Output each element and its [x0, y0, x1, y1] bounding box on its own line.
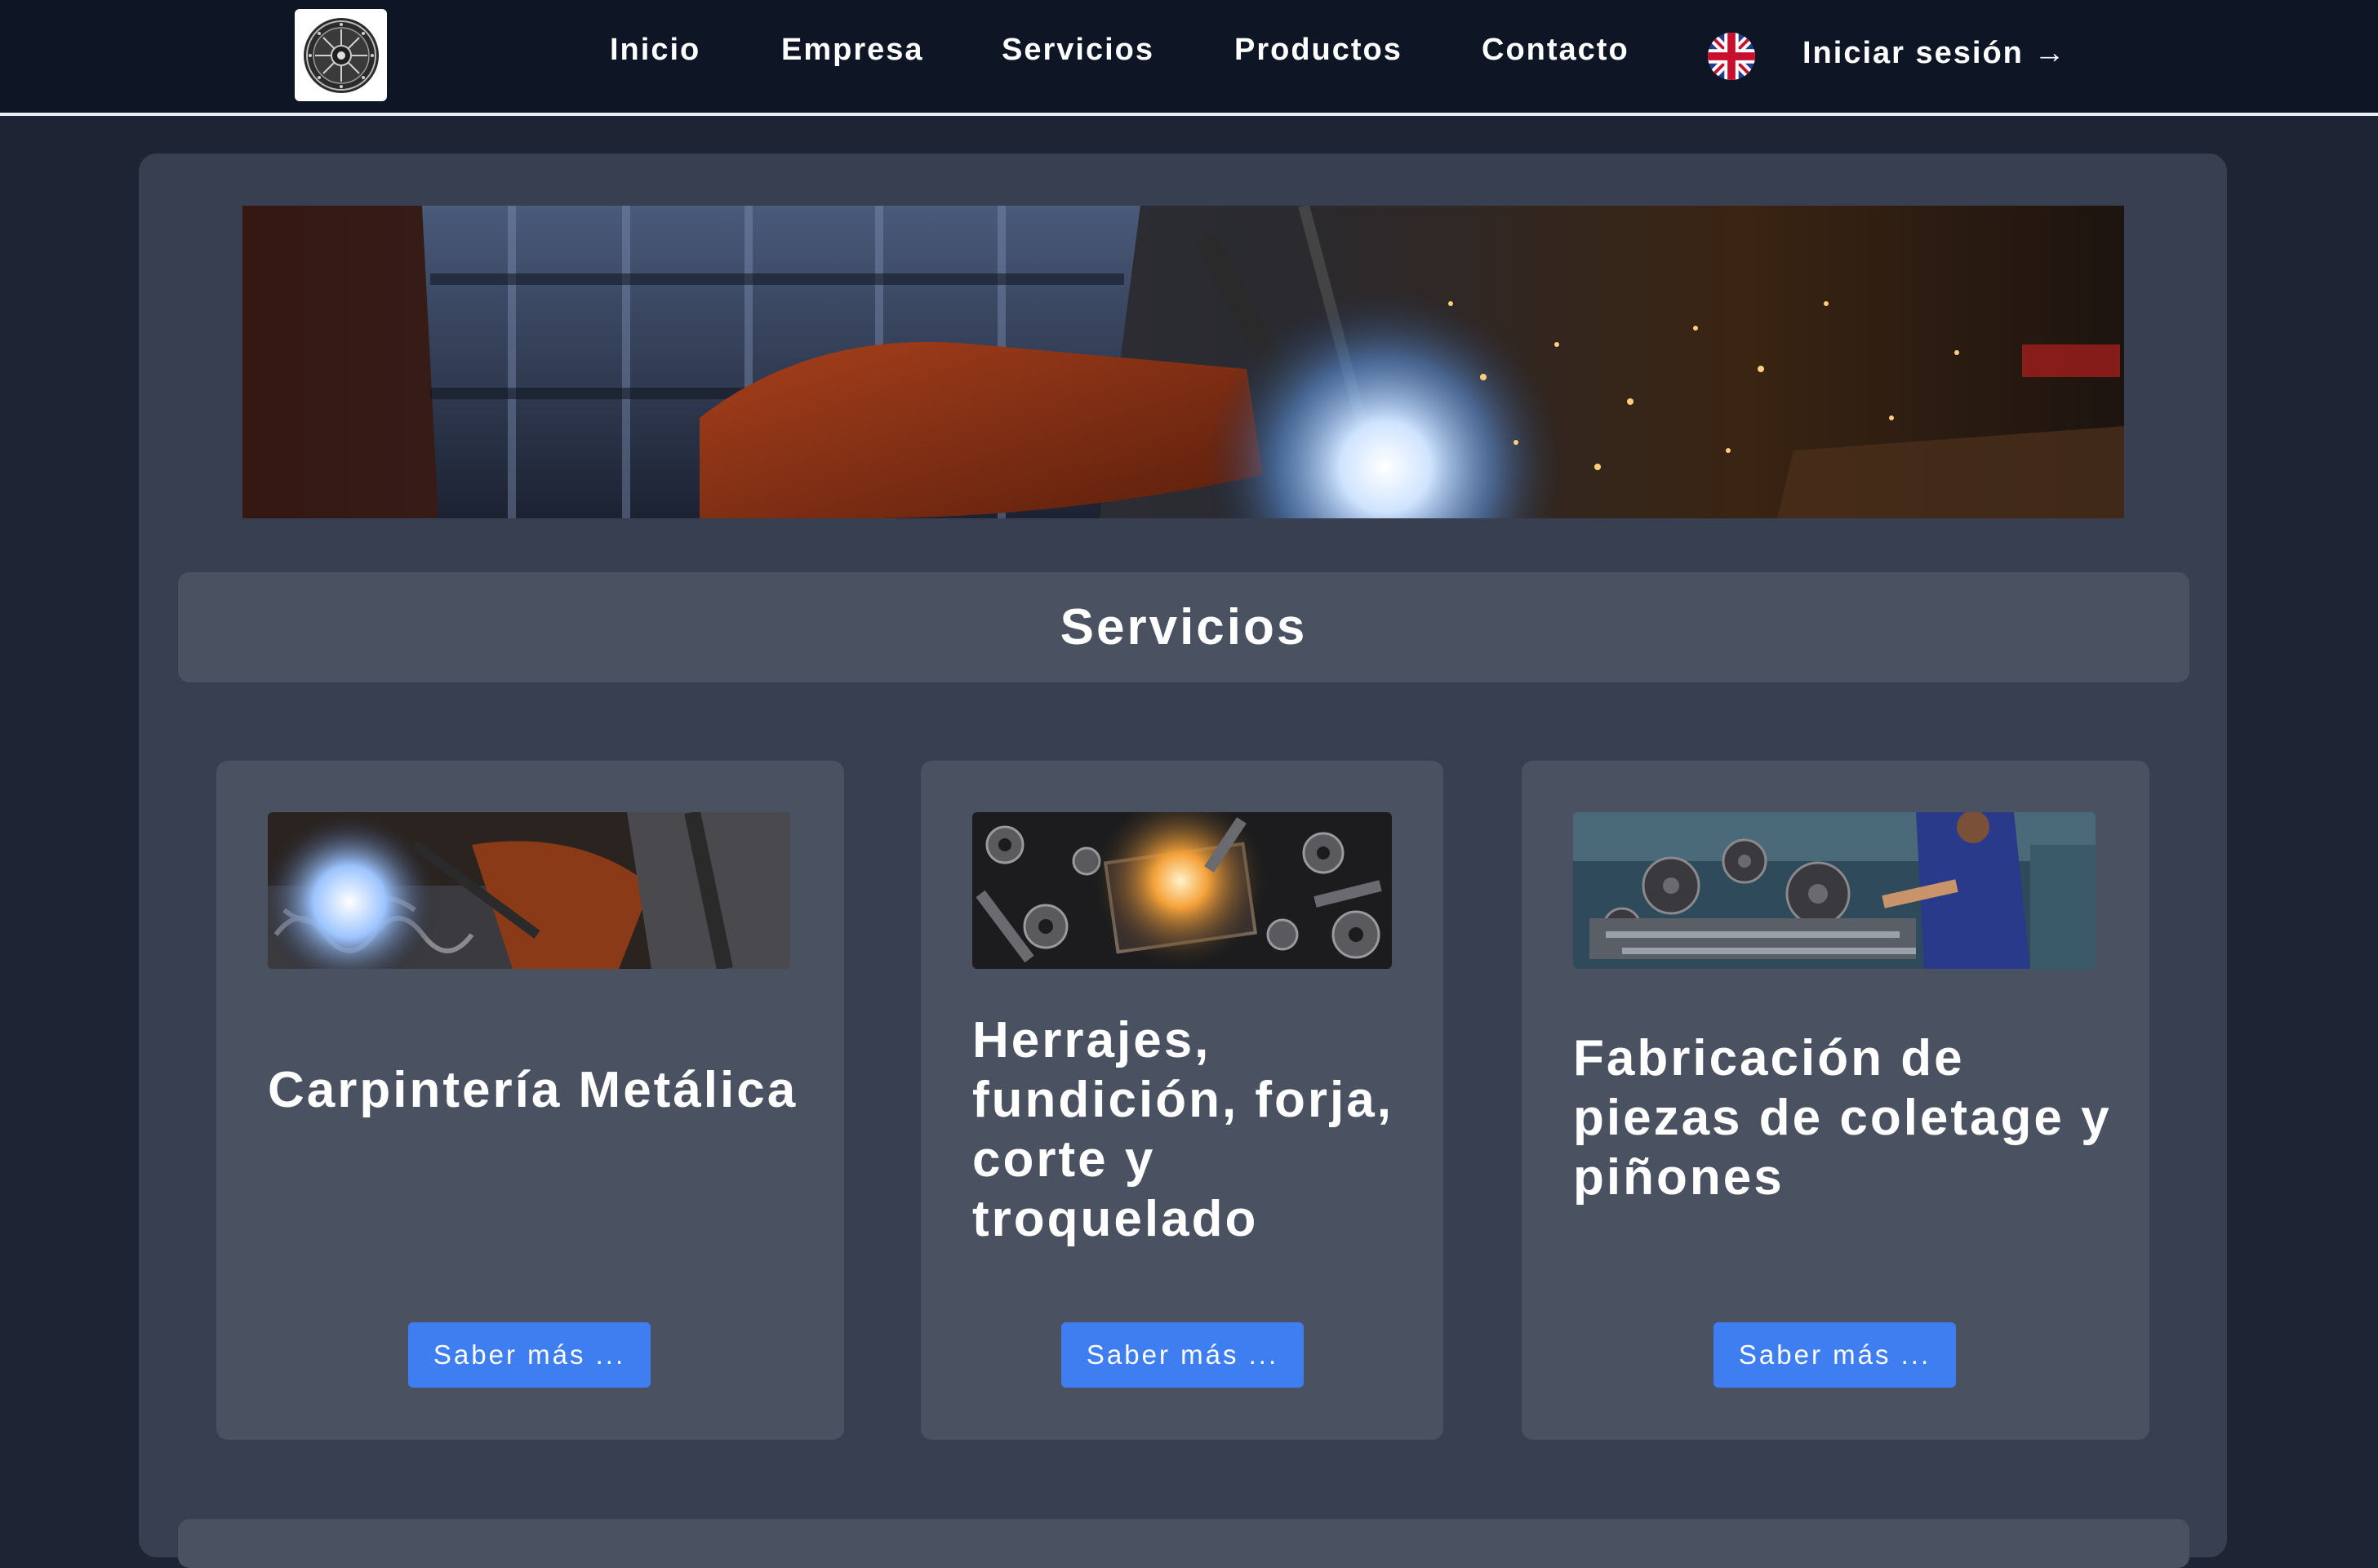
service-card-herrajes: Herrajes, fundición, forja, corte y troq…	[921, 761, 1443, 1440]
card-image-welding	[268, 812, 790, 969]
hero-banner-image	[242, 206, 2124, 518]
saber-mas-button[interactable]: Saber más ...	[1713, 1322, 1956, 1388]
services-section-header: Servicios	[178, 572, 2189, 682]
nav-empresa[interactable]: Empresa	[781, 29, 924, 70]
card-title: Fabricación de piezas de coletage y piño…	[1573, 1030, 2112, 1206]
saber-mas-button[interactable]: Saber más ...	[1061, 1322, 1304, 1388]
nav-contacto[interactable]: Contacto	[1482, 29, 1629, 70]
top-navigation-bar: Inicio Empresa Servicios Productos Conta…	[0, 0, 2378, 116]
company-logo[interactable]	[295, 9, 387, 101]
emblem-icon	[303, 17, 379, 93]
card-image-machinist	[1573, 812, 2096, 969]
login-link[interactable]: Iniciar sesión →	[1802, 33, 2066, 73]
service-card-coletage: Fabricación de piezas de coletage y piño…	[1522, 761, 2149, 1440]
language-switch-button[interactable]	[1708, 33, 1755, 80]
card-title: Herrajes, fundición, forja, corte y troq…	[972, 1012, 1393, 1247]
nav-inicio[interactable]: Inicio	[610, 29, 700, 70]
card-image-metal-parts	[972, 812, 1392, 969]
next-section-header	[178, 1519, 2189, 1568]
card-title: Carpintería Metálica	[268, 1062, 798, 1118]
main-content-panel: Servicios Carpintería Metálica Saber más…	[139, 153, 2227, 1568]
uk-flag-icon	[1708, 33, 1755, 80]
nav-servicios[interactable]: Servicios	[1002, 29, 1154, 70]
saber-mas-button[interactable]: Saber más ...	[408, 1322, 651, 1388]
section-title: Servicios	[1060, 599, 1308, 655]
nav-productos[interactable]: Productos	[1234, 29, 1402, 70]
service-card-carpinteria: Carpintería Metálica Saber más ...	[216, 761, 844, 1440]
